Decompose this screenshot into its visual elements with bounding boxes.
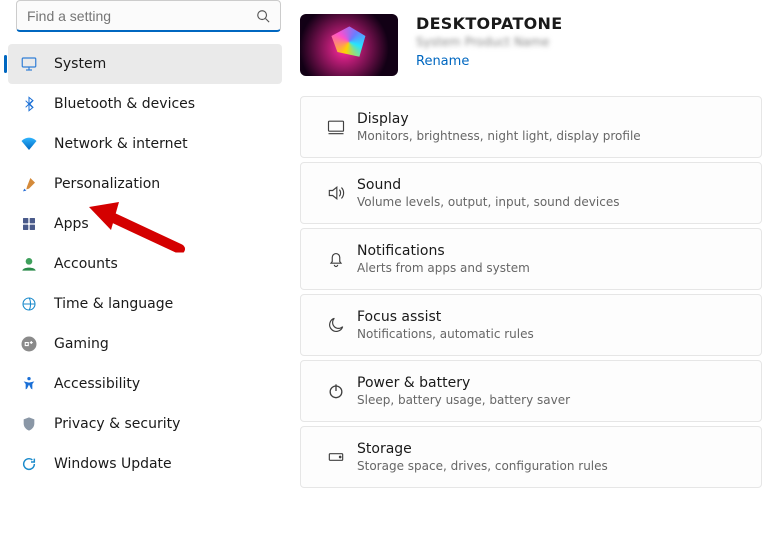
device-subtitle: System Product Name — [416, 35, 562, 49]
nav-label: Gaming — [38, 336, 109, 352]
search-input[interactable] — [17, 1, 280, 30]
device-name: DESKTOPATONE — [416, 14, 562, 33]
sound-icon — [315, 183, 357, 203]
card-subtitle: Volume levels, output, input, sound devi… — [357, 195, 745, 209]
display-icon — [315, 117, 357, 137]
card-subtitle: Sleep, battery usage, battery saver — [357, 393, 745, 407]
card-notifications[interactable]: Notifications Alerts from apps and syste… — [300, 228, 762, 290]
nav-label: System — [38, 56, 106, 72]
card-focus[interactable]: Focus assist Notifications, automatic ru… — [300, 294, 762, 356]
card-title: Notifications — [357, 243, 745, 259]
system-icon — [20, 55, 38, 73]
nav-label: Time & language — [38, 296, 173, 312]
card-subtitle: Notifications, automatic rules — [357, 327, 745, 341]
nav-item-accounts[interactable]: Accounts — [8, 244, 282, 284]
nav-label: Accessibility — [38, 376, 140, 392]
settings-cards: Display Monitors, brightness, night ligh… — [300, 96, 762, 488]
device-wallpaper-thumb — [300, 14, 398, 76]
nav-list: System Bluetooth & devices Network & int… — [0, 40, 292, 484]
power-icon — [315, 381, 357, 401]
nav-label: Apps — [38, 216, 89, 232]
brush-icon — [20, 175, 38, 193]
card-display[interactable]: Display Monitors, brightness, night ligh… — [300, 96, 762, 158]
nav-label: Privacy & security — [38, 416, 180, 432]
accessibility-icon — [20, 375, 38, 393]
device-info: DESKTOPATONE System Product Name Rename — [416, 14, 562, 76]
nav-item-privacy[interactable]: Privacy & security — [8, 404, 282, 444]
card-title: Focus assist — [357, 309, 745, 325]
settings-main: DESKTOPATONE System Product Name Rename … — [300, 0, 762, 543]
bell-icon — [315, 249, 357, 269]
device-header: DESKTOPATONE System Product Name Rename — [300, 0, 762, 96]
card-storage[interactable]: Storage Storage space, drives, configura… — [300, 426, 762, 488]
card-power[interactable]: Power & battery Sleep, battery usage, ba… — [300, 360, 762, 422]
card-subtitle: Storage space, drives, configuration rul… — [357, 459, 745, 473]
nav-label: Accounts — [38, 256, 118, 272]
card-subtitle: Alerts from apps and system — [357, 261, 745, 275]
nav-label: Windows Update — [38, 456, 172, 472]
nav-item-network[interactable]: Network & internet — [8, 124, 282, 164]
nav-item-update[interactable]: Windows Update — [8, 444, 282, 484]
nav-label: Bluetooth & devices — [38, 96, 195, 112]
card-title: Sound — [357, 177, 745, 193]
search-box[interactable] — [16, 0, 281, 32]
accounts-icon — [20, 255, 38, 273]
update-icon — [20, 455, 38, 473]
nav-item-system[interactable]: System — [8, 44, 282, 84]
card-title: Power & battery — [357, 375, 745, 391]
search-container — [0, 0, 292, 40]
card-title: Display — [357, 111, 745, 127]
bluetooth-icon — [20, 95, 38, 113]
storage-icon — [315, 447, 357, 467]
card-sound[interactable]: Sound Volume levels, output, input, soun… — [300, 162, 762, 224]
nav-label: Network & internet — [38, 136, 188, 152]
nav-label: Personalization — [38, 176, 160, 192]
settings-sidebar: System Bluetooth & devices Network & int… — [0, 0, 300, 543]
rename-link[interactable]: Rename — [416, 54, 469, 69]
nav-item-gaming[interactable]: Gaming — [8, 324, 282, 364]
search-icon — [256, 9, 270, 23]
nav-item-apps[interactable]: Apps — [8, 204, 282, 244]
nav-item-personalization[interactable]: Personalization — [8, 164, 282, 204]
gaming-icon — [20, 335, 38, 353]
shield-icon — [20, 415, 38, 433]
nav-item-time[interactable]: Time & language — [8, 284, 282, 324]
card-subtitle: Monitors, brightness, night light, displ… — [357, 129, 745, 143]
card-title: Storage — [357, 441, 745, 457]
wifi-icon — [20, 135, 38, 153]
nav-item-accessibility[interactable]: Accessibility — [8, 364, 282, 404]
nav-item-bluetooth[interactable]: Bluetooth & devices — [8, 84, 282, 124]
apps-icon — [20, 215, 38, 233]
moon-icon — [315, 315, 357, 335]
clock-globe-icon — [20, 295, 38, 313]
